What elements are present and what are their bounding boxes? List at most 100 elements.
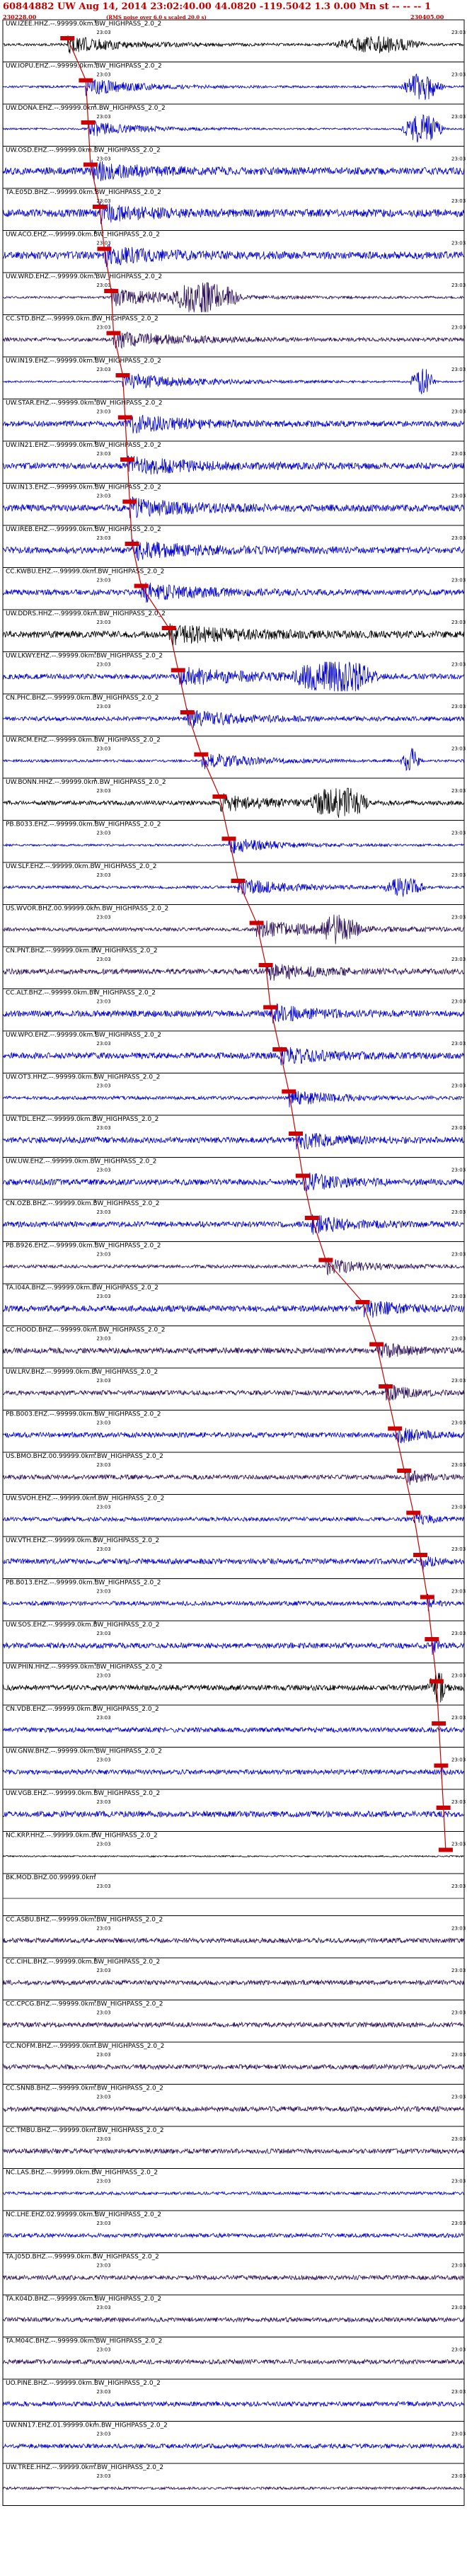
- waveform: [2, 1172, 465, 1192]
- trace-label: UW.BONN.HHZ.--.99999.0km.BW_HIGHPASS_2.0…: [6, 779, 166, 786]
- tick-label: 23:03: [451, 1041, 466, 1047]
- tick-label: 23:03: [96, 1715, 110, 1721]
- trace-group: CC.ALT.BHZ.--.99999.0km.BW_HIGHPASS_2.0_…: [2, 988, 466, 1024]
- trace-label: UW.ACO.EHZ.--.99999.0km.BW_HIGHPASS_2.0_…: [6, 232, 160, 239]
- trace-group: CC.HOOD.BHZ.--.99999.0km.BW_HIGHPASS_2.0…: [2, 1326, 466, 1358]
- tick-label: 23:03: [96, 2432, 110, 2437]
- trace-group: UW.PHIN.HHZ.--.99999.0km.BW_HIGHPASS_2.0…: [2, 1663, 466, 1703]
- trace-group: CC.ASBU.BHZ.--.99999.0km.BW_HIGHPASS_2.0…: [2, 1915, 466, 1944]
- trace-label: TA.J05D.BHZ.--.99999.0km.BW_HIGHPASS_2.0…: [5, 2254, 159, 2261]
- tick-label: 23:03: [451, 494, 466, 499]
- tick-label: 23:03: [96, 367, 110, 372]
- waveform: [2, 73, 465, 101]
- trace-group: UW.IREB.EHZ.--.99999.0km.BW_HIGHPASS_2.0…: [2, 525, 466, 562]
- trace-label: UW.IN19.EHZ.--.99999.0km.BW_HIGHPASS_2.0…: [6, 358, 161, 365]
- tick-label: 23:03: [451, 1125, 466, 1131]
- tick-label: 23:03: [96, 1083, 110, 1089]
- trace-group: UW.SOS.EHZ.--.99999.0km.BW_HIGHPASS_2.0_…: [2, 1620, 466, 1655]
- tick-label: 23:03: [451, 1926, 466, 1932]
- trace-label: UW.SLF.EHZ.--.99999.0km.BW_HIGHPASS_2.0_…: [6, 863, 156, 870]
- trace-group: UW.UW.EHZ.--.99999.0km.BW_HIGHPASS_2.0_2…: [2, 1157, 466, 1192]
- waveform: [2, 708, 465, 728]
- trace-label: CN.PNT.BHZ.--.99999.0km.BW_HIGHPASS_2.0_…: [6, 947, 158, 954]
- tick-label: 23:03: [451, 1842, 466, 1847]
- trace-group: CN.VDB.EHZ.--.99999.0km.BW_HIGHPASS_2.0_…: [2, 1704, 466, 1733]
- tick-label: 23:03: [96, 2389, 110, 2395]
- trace-label: CN.OZB.BHZ.--.99999.0km.BW_HIGHPASS_2.0_…: [6, 1200, 159, 1207]
- trace-label: UW.GNW.BHZ.--.99999.0km.BW_HIGHPASS_2.0_…: [6, 1748, 162, 1755]
- tick-label: 23:03: [96, 1336, 110, 1342]
- trace-label: UW.IOPU.EHZ.--.99999.0km.BW_HIGHPASS_2.0…: [6, 63, 162, 70]
- trace-label: CC.CIHL.BHZ.--.99999.0km.BW_HIGHPASS_2.0…: [6, 1959, 160, 1966]
- tick-label: 23:03: [96, 872, 110, 878]
- trace-group: UW.DONA.EHZ.--.99999.0km.BW_HIGHPASS_2.0…: [2, 103, 466, 143]
- tick-label: 23:03: [96, 915, 110, 921]
- tick-label: 23:03: [96, 325, 110, 331]
- trace-group: UW.VTH.EHZ.--.99999.0km.BW_HIGHPASS_2.0_…: [2, 1536, 466, 1571]
- tick-label: 23:03: [96, 1631, 110, 1636]
- trace-label: BK.MOD.BHZ.00.99999.0km: [6, 1874, 96, 1881]
- trace-group: NC.LHE.EHZ.02.99999.0km.BW_HIGHPASS_2.0_…: [2, 2210, 466, 2239]
- trace-group: TA.J05D.BHZ.--.99999.0km.BW_HIGHPASS_2.0…: [2, 2252, 466, 2281]
- tick-label: 23:03: [451, 2347, 466, 2353]
- waveform: [2, 2485, 464, 2491]
- waveform: [2, 963, 465, 981]
- waveform: [2, 1639, 465, 1655]
- waveform: [2, 1810, 465, 1818]
- waveform: [2, 1468, 465, 1486]
- tick-label: 23:03: [96, 114, 110, 120]
- tick-label: 23:03: [451, 704, 466, 709]
- tick-label: 23:03: [96, 1462, 110, 1468]
- tick-label: 23:03: [451, 198, 466, 204]
- tick-label: 23:03: [96, 1209, 110, 1215]
- tick-label: 23:03: [96, 2052, 110, 2058]
- tick-label: 23:03: [451, 1336, 466, 1342]
- trace-group: CC.CPCG.BHZ.--.99999.0km.BW_HIGHPASS_2.0…: [2, 2000, 466, 2029]
- tick-label: 23:03: [451, 2221, 466, 2226]
- trace-group: TA.I04A.BHZ.--.99999.0km.BW_HIGHPASS_2.0…: [2, 1283, 466, 1318]
- waveform: [2, 1300, 465, 1318]
- tick-label: 23:03: [96, 957, 110, 962]
- trace-label: UW.SVOH.EHZ.--.99999.0km.BW_HIGHPASS_2.0…: [6, 1495, 164, 1503]
- tick-label: 23:03: [451, 325, 466, 331]
- tick-label: 23:03: [451, 831, 466, 836]
- trace-label: CC.NOFM.BHZ.--.99999.0km.BW_HIGHPASS_2.0…: [6, 2043, 164, 2050]
- tick-label: 23:03: [451, 2052, 466, 2058]
- waveform: [2, 2063, 465, 2070]
- trace-label: UW.PHIN.HHZ.--.99999.0km.BW_HIGHPASS_2.0…: [6, 1664, 163, 1671]
- tick-label: 23:03: [96, 2136, 110, 2142]
- tick-label: 23:03: [96, 1842, 110, 1847]
- trace-group: UW.OT3.HHZ.--.99999.0km.BW_HIGHPASS_2.0_…: [2, 1073, 466, 1107]
- tick-label: 23:03: [96, 999, 110, 1005]
- tick-label: 23:03: [96, 535, 110, 541]
- waveform: [2, 159, 465, 183]
- waveform: [2, 331, 465, 350]
- tick-label: 23:03: [451, 1505, 466, 1510]
- trace-label: PB.B013.EHZ.--.99999.0km.BW_HIGHPASS_2.0…: [6, 1580, 161, 1587]
- tick-label: 23:03: [96, 2263, 110, 2269]
- tick-label: 23:03: [96, 620, 110, 625]
- waveform: [2, 582, 465, 603]
- tick-label: 23:03: [451, 578, 466, 583]
- tick-label: 23:03: [96, 746, 110, 752]
- waveform: [2, 2358, 465, 2366]
- tick-label: 23:03: [451, 451, 466, 457]
- trace-label: UW.LKWY.EHZ.--.99999.0km.BW_HIGHPASS_2.0…: [6, 653, 163, 660]
- trace-group: UW.OSD.EHZ.--.99999.0km.BW_HIGHPASS_2.0_…: [2, 146, 466, 183]
- tick-label: 23:03: [96, 1420, 110, 1426]
- trace-label: UW.IN13.EHZ.--.99999.0km.BW_HIGHPASS_2.0…: [6, 484, 161, 491]
- waveform: [2, 623, 465, 646]
- tick-label: 23:03: [96, 1378, 110, 1384]
- tick-label: 23:03: [96, 494, 110, 499]
- tick-label: 23:03: [96, 156, 110, 162]
- tick-label: 23:03: [96, 578, 110, 583]
- trace-label: UW.SOS.EHZ.--.99999.0km.BW_HIGHPASS_2.0_…: [6, 1622, 159, 1629]
- trace-group: UW.SLF.EHZ.--.99999.0km.BW_HIGHPASS_2.0_…: [2, 862, 466, 897]
- tick-label: 23:03: [96, 1505, 110, 1510]
- tick-label: 23:03: [451, 1968, 466, 1973]
- tick-label: 23:03: [96, 662, 110, 668]
- tick-label: 23:03: [96, 704, 110, 709]
- trace-label: CC.ALT.BHZ.--.99999.0km.BW_HIGHPASS_2.0_…: [6, 990, 156, 997]
- waveform: [2, 1979, 465, 1986]
- waveform: [2, 1510, 465, 1525]
